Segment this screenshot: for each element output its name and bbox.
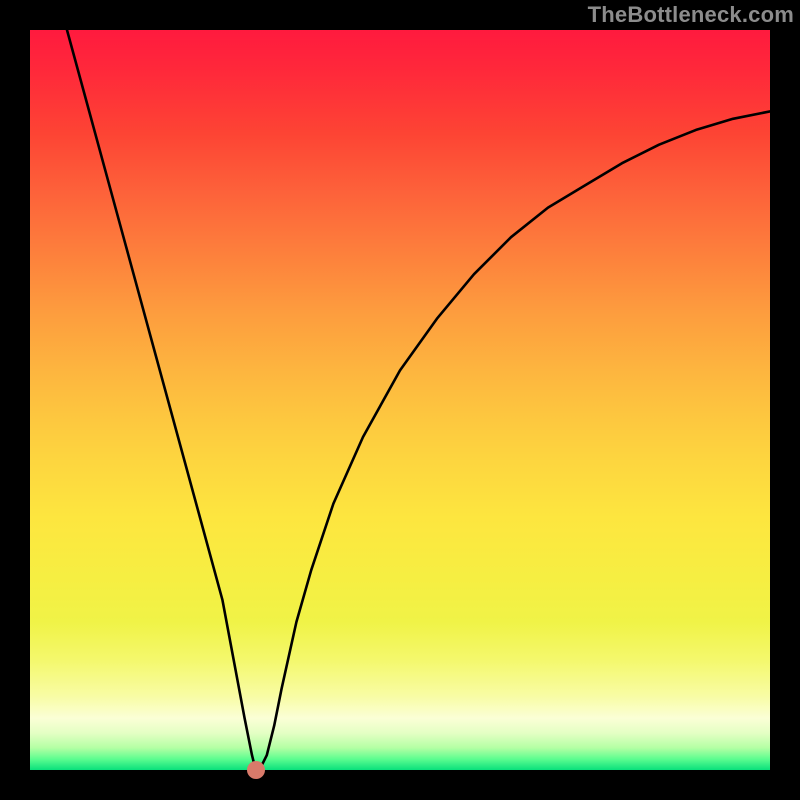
curve-svg xyxy=(30,30,770,770)
optimum-marker xyxy=(247,761,265,779)
watermark-text: TheBottleneck.com xyxy=(588,2,794,28)
bottleneck-curve xyxy=(67,30,770,770)
plot-area xyxy=(30,30,770,770)
chart-wrapper: TheBottleneck.com xyxy=(0,0,800,800)
